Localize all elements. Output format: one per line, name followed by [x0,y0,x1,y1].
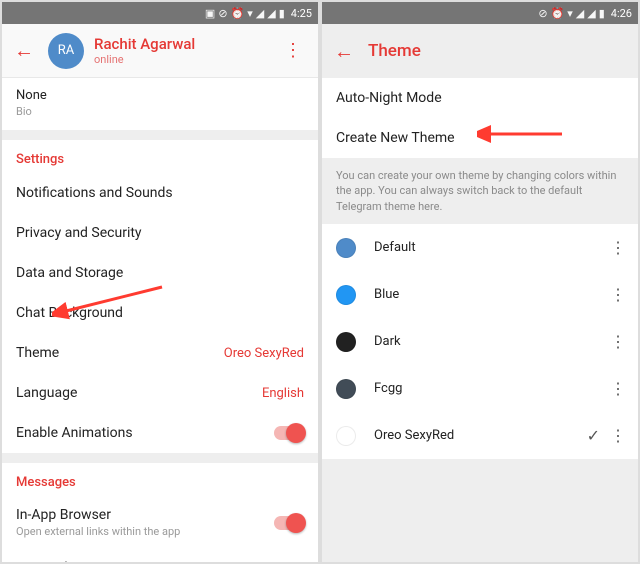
theme-row[interactable]: Dark⋮ [322,318,638,365]
theme-row[interactable]: Fcgg⋮ [322,365,638,412]
row-privacy[interactable]: Privacy and Security [2,213,318,253]
theme-name: Fcgg [374,381,606,396]
wifi-icon: ▾ [567,7,573,20]
theme-swatch [336,285,356,305]
theme-name: Default [374,240,606,255]
dnd-icon: ⊘ [538,7,547,20]
theme-description: You can create your own theme by changin… [322,158,638,224]
signal-icon: ◢ [576,7,584,20]
battery-icon: ▮ [599,7,605,20]
section-settings-title: Settings [2,140,318,173]
bio-section[interactable]: None Bio [2,78,318,130]
row-create-theme[interactable]: Create New Theme [322,118,638,158]
wifi-icon: ▾ [247,7,253,20]
dnd-icon: ⊘ [218,7,227,20]
row-auto-night[interactable]: Auto-Night Mode [322,78,638,118]
header: ← RA Rachit Agarwal online ⋮ [2,24,318,78]
row-data-storage[interactable]: Data and Storage [2,253,318,293]
profile-name: Rachit Agarwal [94,35,195,53]
toggle-animations[interactable] [274,426,304,440]
language-value: English [262,386,304,401]
status-bar: ⊘ ⏰ ▾ ◢ ◢ ▮ 4:26 [322,2,638,24]
theme-row[interactable]: Default⋮ [322,224,638,271]
clock: 4:26 [611,7,632,20]
battery-icon: ▮ [279,7,285,20]
signal-icon-2: ◢ [267,7,275,20]
theme-name: Oreo SexyRed [374,428,587,443]
theme-menu-icon[interactable]: ⋮ [606,234,630,261]
theme-list: Default⋮Blue⋮Dark⋮Fcgg⋮Oreo SexyRed✓⋮ [322,224,638,459]
theme-swatch [336,332,356,352]
row-inapp-browser[interactable]: In-App Browser Open external links withi… [2,496,318,549]
theme-content: Auto-Night Mode Create New Theme You can… [322,78,638,562]
alarm-icon: ⏰ [231,7,245,20]
bio-label: Bio [16,105,304,118]
status-bar: ▣ ⊘ ⏰ ▾ ◢ ◢ ▮ 4:25 [2,2,318,24]
profile-status: online [94,53,195,66]
theme-menu-icon[interactable]: ⋮ [606,281,630,308]
row-enable-animations[interactable]: Enable Animations [2,413,318,453]
phone-left: ▣ ⊘ ⏰ ▾ ◢ ◢ ▮ 4:25 ← RA Rachit Agarwal o… [2,2,318,562]
avatar[interactable]: RA [48,33,84,69]
theme-name: Dark [374,334,606,349]
back-arrow-icon[interactable]: ← [334,39,354,64]
alarm-icon: ⏰ [551,7,565,20]
bio-value: None [16,88,304,103]
theme-menu-icon[interactable]: ⋮ [606,375,630,402]
settings-content: None Bio Settings Notifications and Soun… [2,78,318,562]
clock: 4:25 [291,7,312,20]
theme-swatch [336,238,356,258]
overflow-menu-icon[interactable]: ⋮ [280,36,306,65]
signal-icon-2: ◢ [587,7,595,20]
notification-icon: ▣ [205,7,215,20]
theme-swatch [336,379,356,399]
theme-row[interactable]: Blue⋮ [322,271,638,318]
phone-right: ⊘ ⏰ ▾ ◢ ◢ ▮ 4:26 ← Theme Auto-Night Mode… [322,2,638,562]
check-icon: ✓ [587,426,600,445]
signal-icon: ◢ [256,7,264,20]
theme-menu-icon[interactable]: ⋮ [606,328,630,355]
theme-value: Oreo SexyRed [224,346,304,361]
theme-name: Blue [374,287,606,302]
row-language[interactable]: Language English [2,373,318,413]
theme-menu-icon[interactable]: ⋮ [606,422,630,449]
theme-swatch [336,426,356,446]
header: ← Theme [322,24,638,78]
row-notifications[interactable]: Notifications and Sounds [2,173,318,213]
row-direct-share[interactable]: Direct Share Show recent chats in share … [2,549,318,562]
page-title: Theme [368,41,421,61]
theme-row[interactable]: Oreo SexyRed✓ ⋮ [322,412,638,459]
back-arrow-icon[interactable]: ← [14,38,34,63]
section-messages-title: Messages [2,463,318,496]
row-chat-background[interactable]: Chat Background [2,293,318,333]
toggle-inapp[interactable] [274,516,304,530]
row-theme[interactable]: Theme Oreo SexyRed [2,333,318,373]
